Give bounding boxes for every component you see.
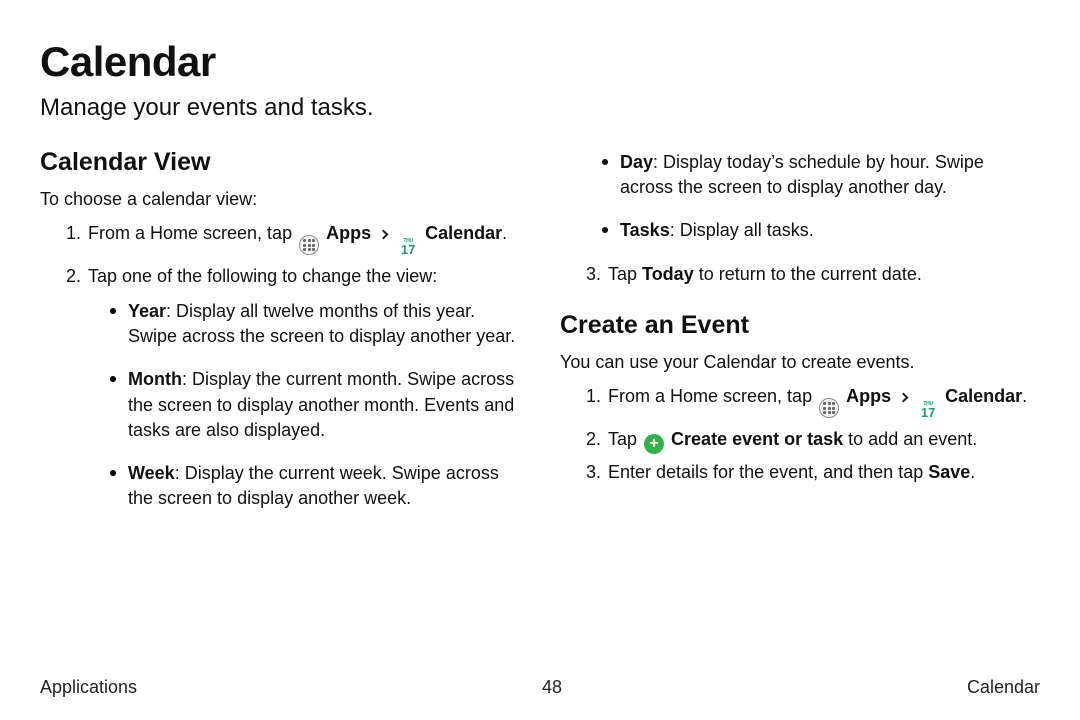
step-text-pre: Tap: [608, 264, 642, 284]
view-options: Year: Display all twelve months of this …: [88, 299, 520, 511]
step-text: From a Home screen, tap: [608, 386, 817, 406]
step-text-pre: Tap: [608, 429, 642, 449]
year-text: : Display all twelve months of this year…: [128, 301, 515, 346]
tasks-text: : Display all tasks.: [670, 220, 814, 240]
footer-page-number: 48: [542, 677, 562, 698]
apps-label: Apps: [846, 386, 891, 406]
step-from-home: From a Home screen, tap Apps THU 17 Cale…: [86, 221, 520, 258]
calendar-view-lead: To choose a calendar view:: [40, 187, 520, 211]
left-column: Calendar View To choose a calendar view:…: [40, 144, 520, 529]
tasks-label: Tasks: [620, 220, 670, 240]
month-text: : Display the current month. Swipe acros…: [128, 369, 514, 439]
apps-label: Apps: [326, 223, 371, 243]
chevron-right-icon: [379, 230, 389, 240]
apps-icon: [819, 398, 839, 418]
create-event-lead: You can use your Calendar to create even…: [560, 350, 1040, 374]
plus-icon: +: [644, 434, 664, 454]
footer-right: Calendar: [967, 677, 1040, 698]
month-label: Month: [128, 369, 182, 389]
create-label: Create event or task: [671, 429, 843, 449]
today-label: Today: [642, 264, 694, 284]
week-label: Week: [128, 463, 175, 483]
create-event-steps: From a Home screen, tap Apps THU 17 Cale…: [560, 384, 1040, 485]
apps-icon: [299, 235, 319, 255]
week-text: : Display the current week. Swipe across…: [128, 463, 499, 508]
calendar-view-steps: From a Home screen, tap Apps THU 17 Cale…: [40, 221, 520, 511]
step-text-post: to add an event.: [848, 429, 977, 449]
page-title: Calendar: [40, 38, 1040, 86]
calendar-icon: THU 17: [918, 401, 938, 421]
save-label: Save: [928, 462, 970, 482]
option-tasks: Tasks: Display all tasks.: [602, 218, 1040, 243]
step-text: From a Home screen, tap: [88, 223, 297, 243]
section-create-event: Create an Event: [560, 311, 1040, 340]
chevron-right-icon: [899, 393, 909, 403]
right-column: Day: Display today’s schedule by hour. S…: [560, 144, 1040, 529]
step-text-post: .: [970, 462, 975, 482]
page-subtitle: Manage your events and tasks.: [40, 94, 1040, 122]
evt-step-create: Tap + Create event or task to add an eve…: [606, 427, 1040, 454]
section-calendar-view: Calendar View: [40, 148, 520, 177]
evt-step-save: Enter details for the event, and then ta…: [606, 460, 1040, 485]
step-tap-today: Tap Today to return to the current date.: [606, 262, 1040, 287]
day-text: : Display today’s schedule by hour. Swip…: [620, 152, 984, 197]
step-text-pre: Enter details for the event, and then ta…: [608, 462, 928, 482]
option-year: Year: Display all twelve months of this …: [110, 299, 520, 349]
footer-left: Applications: [40, 677, 137, 698]
calendar-icon: THU 17: [398, 238, 418, 258]
view-options-continued: Day: Display today’s schedule by hour. S…: [560, 150, 1040, 244]
calendar-label: Calendar: [425, 223, 502, 243]
calendar-label: Calendar: [945, 386, 1022, 406]
step-text-post: to return to the current date.: [694, 264, 922, 284]
option-month: Month: Display the current month. Swipe …: [110, 367, 520, 443]
page-footer: Applications 48 Calendar: [40, 677, 1040, 698]
day-label: Day: [620, 152, 653, 172]
step-change-view: Tap one of the following to change the v…: [86, 264, 520, 512]
year-label: Year: [128, 301, 166, 321]
option-week: Week: Display the current week. Swipe ac…: [110, 461, 520, 511]
content-columns: Calendar View To choose a calendar view:…: [40, 144, 1040, 529]
calendar-view-steps-continued: Tap Today to return to the current date.: [560, 262, 1040, 287]
evt-step-home: From a Home screen, tap Apps THU 17 Cale…: [606, 384, 1040, 421]
option-day: Day: Display today’s schedule by hour. S…: [602, 150, 1040, 200]
step-text: Tap one of the following to change the v…: [88, 266, 437, 286]
